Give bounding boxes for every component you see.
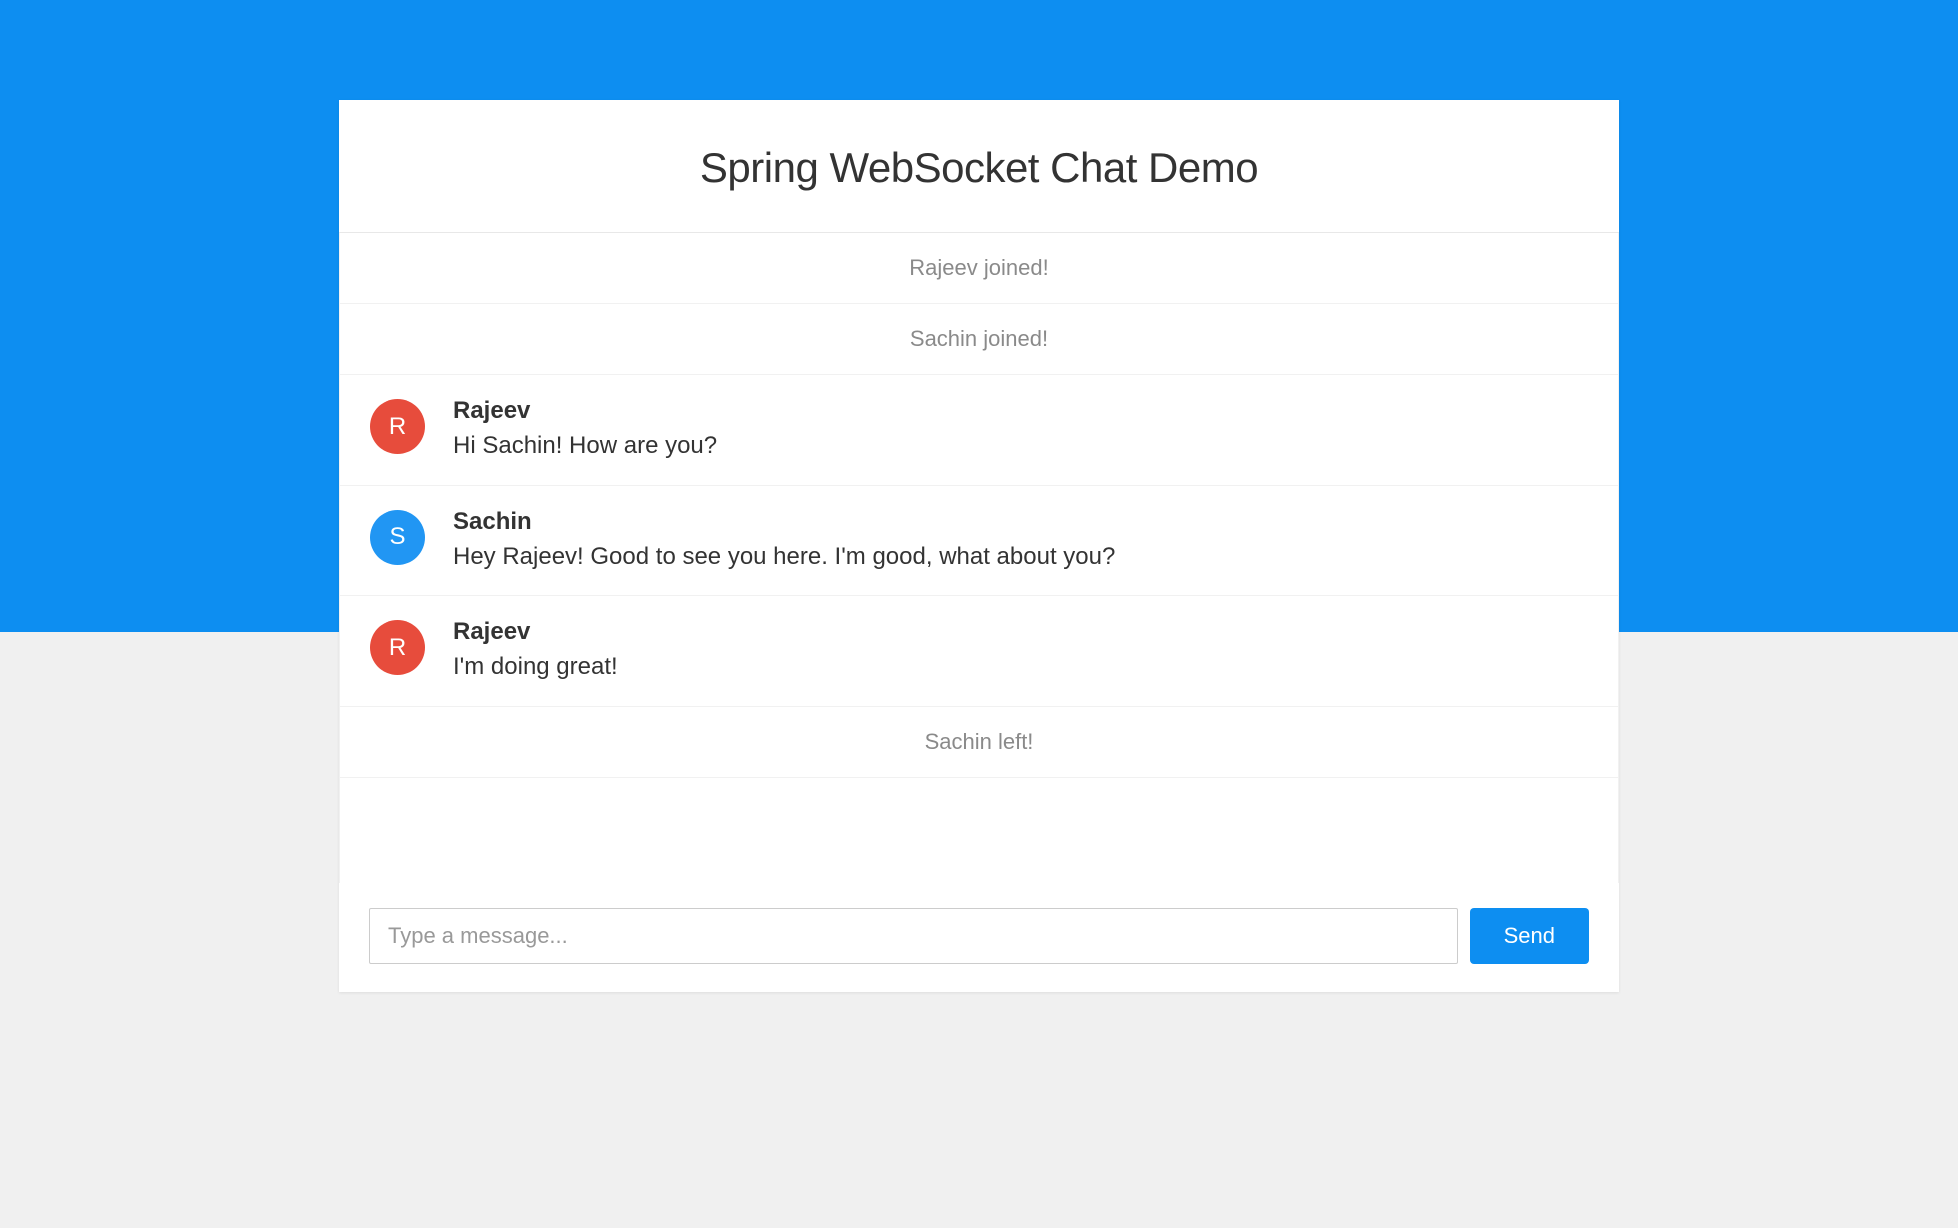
avatar-initial: S [389, 523, 405, 551]
event-message: Sachin left! [340, 707, 1618, 778]
message-sender: Rajeev [453, 618, 1588, 646]
avatar: R [370, 399, 425, 454]
chat-footer: Send [339, 883, 1619, 992]
message-input[interactable] [369, 908, 1458, 964]
message-text: Hi Sachin! How are you? [453, 429, 1588, 463]
message-content: Rajeev Hi Sachin! How are you? [453, 397, 1588, 463]
chat-message: S Sachin Hey Rajeev! Good to see you her… [340, 486, 1618, 597]
message-content: Rajeev I'm doing great! [453, 618, 1588, 684]
event-text: Rajeev joined! [909, 255, 1048, 280]
message-text: Hey Rajeev! Good to see you here. I'm go… [453, 540, 1588, 574]
chat-header: Spring WebSocket Chat Demo [339, 100, 1619, 233]
message-content: Sachin Hey Rajeev! Good to see you here.… [453, 508, 1588, 574]
chat-message: R Rajeev I'm doing great! [340, 596, 1618, 707]
event-message: Rajeev joined! [340, 233, 1618, 304]
avatar: R [370, 620, 425, 675]
chat-body[interactable]: Rajeev joined! Sachin joined! R Rajeev H… [339, 233, 1619, 883]
chat-message: R Rajeev Hi Sachin! How are you? [340, 375, 1618, 486]
event-message: Sachin joined! [340, 304, 1618, 375]
event-text: Sachin joined! [910, 326, 1048, 351]
event-text: Sachin left! [925, 729, 1034, 754]
page-title: Spring WebSocket Chat Demo [359, 144, 1599, 192]
send-button[interactable]: Send [1470, 908, 1589, 964]
message-text: I'm doing great! [453, 650, 1588, 684]
avatar: S [370, 510, 425, 565]
message-sender: Rajeev [453, 397, 1588, 425]
message-sender: Sachin [453, 508, 1588, 536]
avatar-initial: R [389, 413, 406, 441]
chat-container: Spring WebSocket Chat Demo Rajeev joined… [339, 100, 1619, 992]
avatar-initial: R [389, 634, 406, 662]
